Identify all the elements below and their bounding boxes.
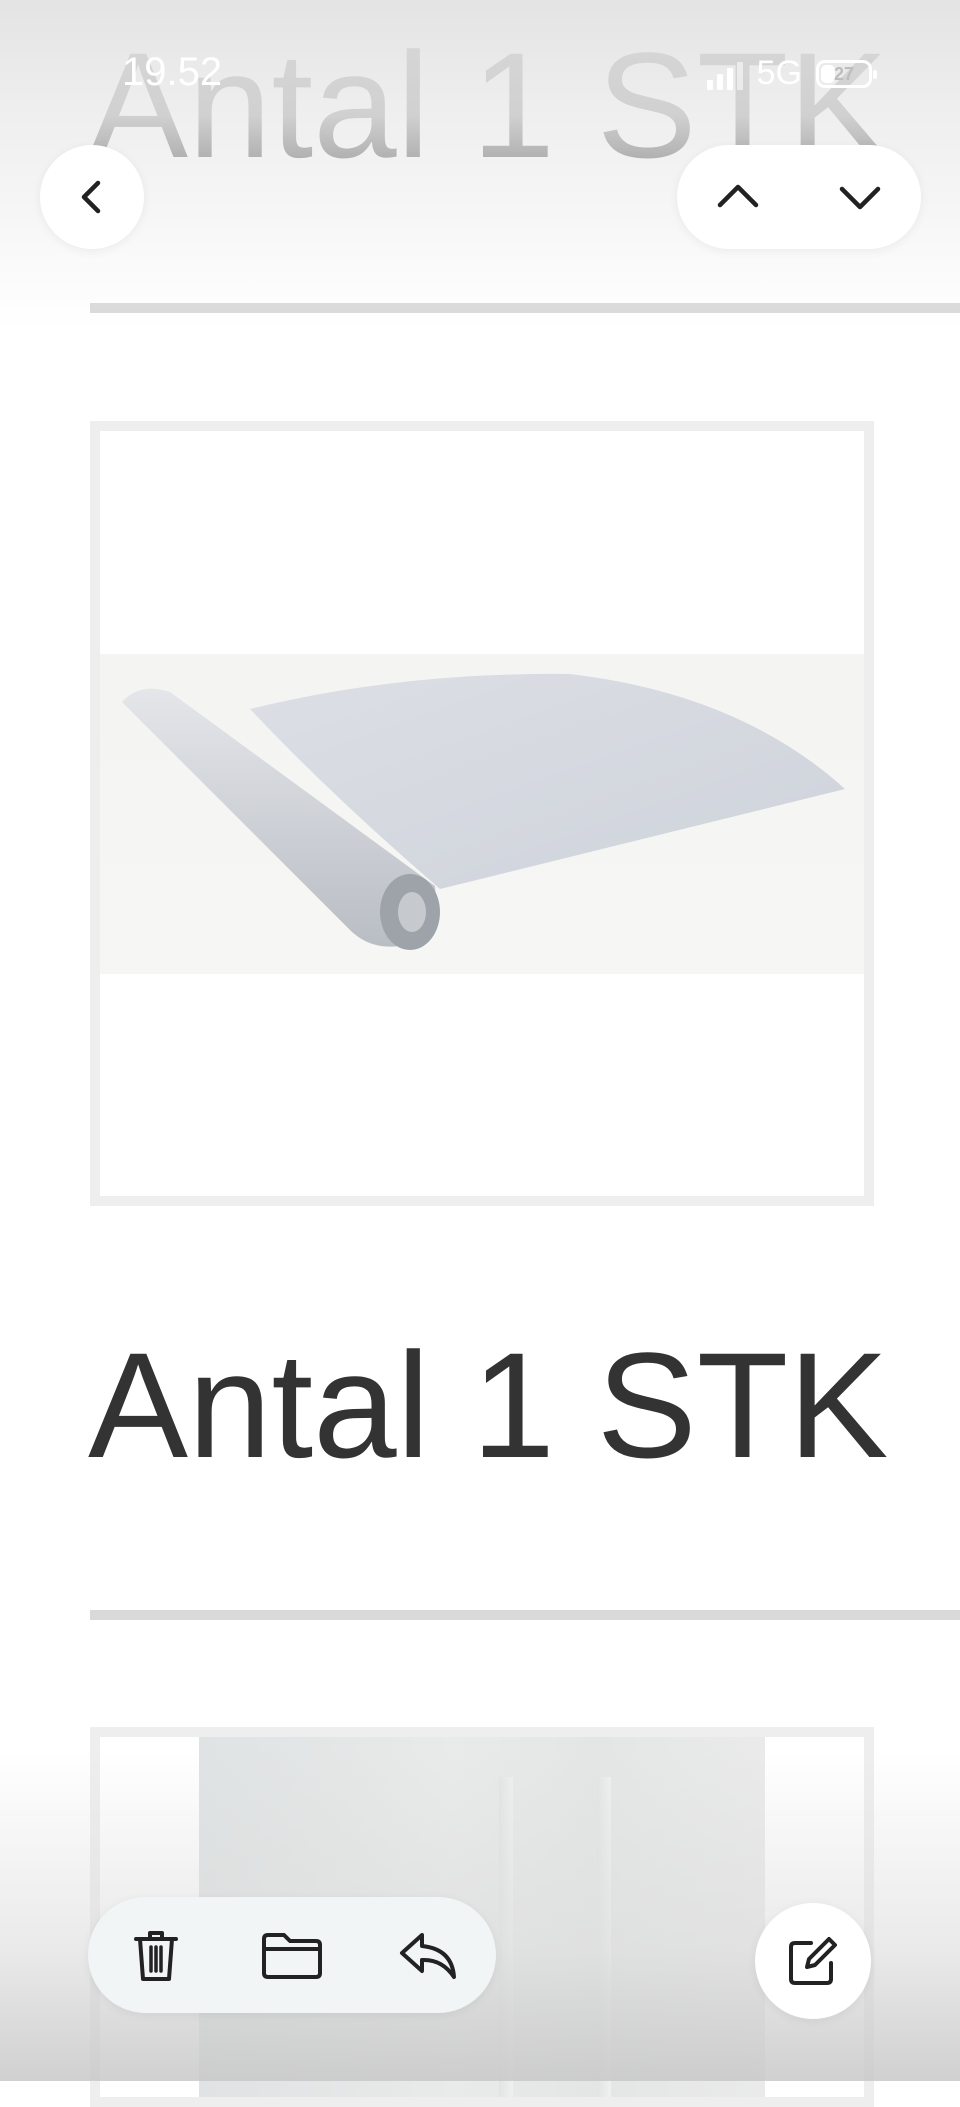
chevron-left-icon (81, 180, 101, 214)
email-content: Antal 1 STK Antal 1 STK (0, 0, 960, 2107)
reply-icon (400, 1933, 456, 1979)
back-button[interactable] (40, 145, 144, 249)
status-time: 19.52 (122, 50, 223, 94)
network-type: 5G (756, 54, 802, 92)
photo-detail (499, 1777, 513, 2097)
status-bar: 19.52 5G 27 (0, 42, 960, 102)
product-image-card[interactable] (90, 421, 874, 1206)
status-indicators: 5G 27 (706, 54, 877, 93)
floor-mat-roll-image (122, 673, 845, 950)
battery-icon: 27 (816, 59, 877, 88)
compose-button[interactable] (755, 1903, 871, 2019)
folder-icon (262, 1933, 322, 1979)
message-navigation (677, 145, 921, 249)
battery-fill (821, 64, 835, 83)
chevron-down-icon (839, 186, 881, 210)
chevron-up-icon (717, 184, 759, 208)
quantity-heading: Antal 1 STK (88, 1321, 889, 1489)
move-to-folder-button[interactable] (247, 1910, 337, 2000)
trash-icon (134, 1931, 178, 1981)
compose-icon (789, 1937, 837, 1985)
signal-icon (706, 58, 743, 90)
battery-level: 27 (833, 63, 855, 84)
delete-button[interactable] (111, 1910, 201, 2000)
section-divider (90, 303, 960, 313)
photo-detail (597, 1777, 611, 2097)
reply-button[interactable] (383, 1910, 473, 2000)
section-divider (90, 1610, 960, 1620)
message-actions (88, 1897, 496, 2013)
previous-message-button[interactable] (693, 152, 783, 242)
product-image (100, 654, 864, 974)
next-message-button[interactable] (815, 152, 905, 242)
